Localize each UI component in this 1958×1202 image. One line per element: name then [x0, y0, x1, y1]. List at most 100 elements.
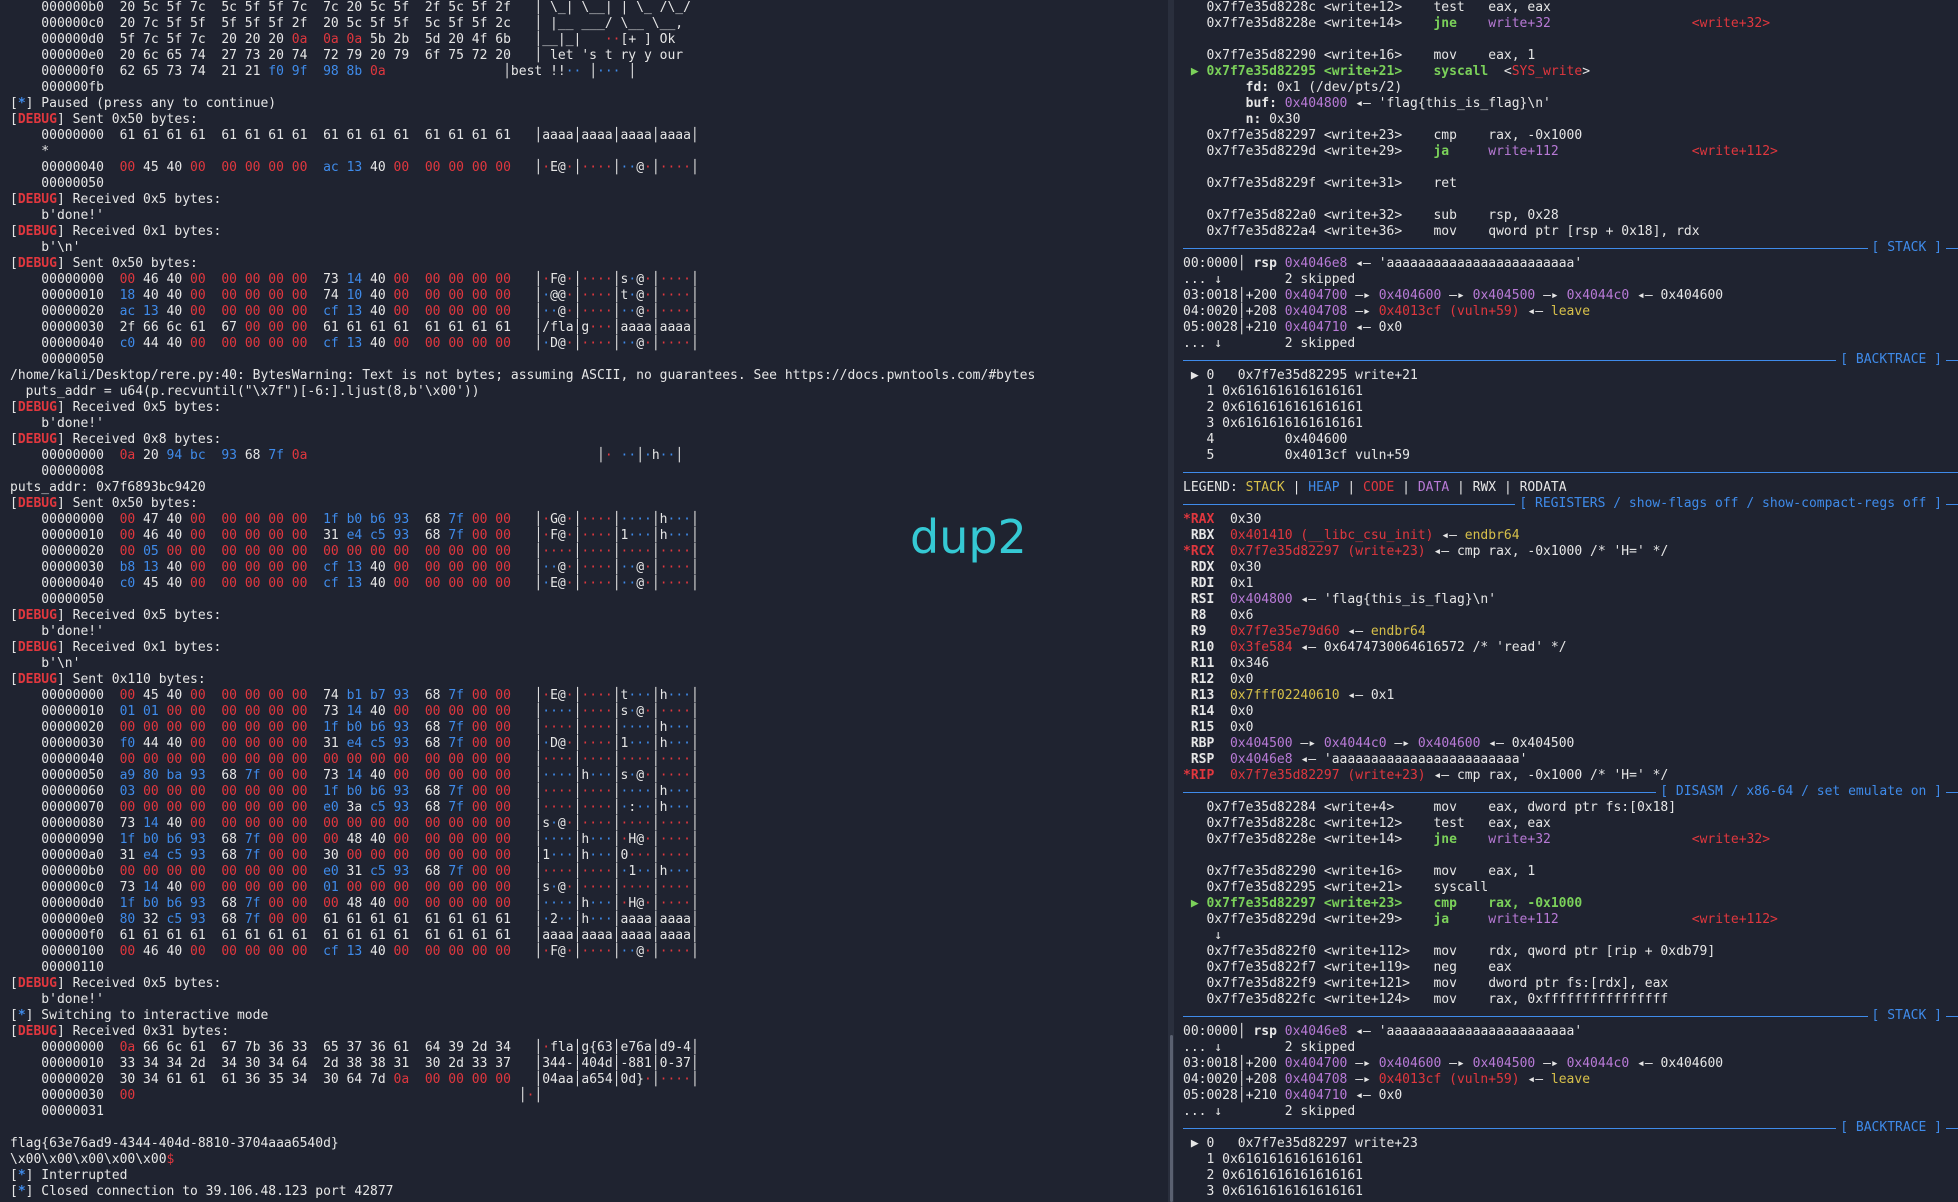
terminal-text-segment: ···· [581, 880, 613, 895]
terminal-text-segment: [+ ] Ok [620, 32, 676, 47]
terminal-text-segment: 00 00 00 00 00 [190, 304, 308, 319]
terminal-text-segment: fd: [1183, 80, 1277, 95]
terminal-text-segment: > [1582, 64, 1591, 79]
terminal-text-segment: ac 13 [323, 160, 363, 175]
terminal-text-segment: ···· [542, 864, 574, 879]
terminal-text-segment: 40 [362, 944, 394, 959]
terminal-text-segment: 68 [409, 720, 449, 735]
terminal-text-segment: ···· [659, 160, 691, 175]
terminal-text-segment: │ [651, 832, 660, 847]
terminal-text-segment: rsp [1253, 256, 1277, 271]
terminal-text-segment: │ [690, 816, 699, 831]
terminal-line: 00000000 61 61 61 61 61 61 61 61 61 61 6… [10, 128, 1070, 144]
terminal-text-segment: ···· [581, 800, 613, 815]
terminal-text-segment: E@ [550, 688, 566, 703]
terminal-text-segment: —▸ [1386, 736, 1418, 751]
terminal-text-segment: 00 [119, 528, 136, 543]
terminal-line: 0x7f7e35d822f7 <write+119> neg eax [1183, 960, 1958, 976]
terminal-line: 00000010 18 40 40 00 00 00 00 00 74 10 4… [10, 288, 1070, 304]
terminal-text-segment: 14 [346, 272, 363, 287]
terminal-text-segment: ··· [667, 720, 691, 735]
terminal-text-segment: │ [510, 576, 543, 591]
terminal-text-segment: 00000040 [10, 576, 120, 591]
terminal-text-segment: · [644, 944, 652, 959]
terminal-text-segment: e0 [323, 864, 339, 879]
terminal-text-segment: · [565, 512, 574, 527]
terminal-line: 0x7f7e35d8229d <write+29> ja write+112 <… [1183, 912, 1958, 928]
terminal-text-segment: 3 0x6161616161616161 [1183, 416, 1364, 431]
terminal-text-segment: ···· [581, 528, 613, 543]
terminal-text-segment: 40 [362, 272, 394, 287]
terminal-text-segment: 00 [119, 512, 136, 527]
terminal-text-segment: │ [690, 752, 699, 767]
terminal-text-segment: │aaaa│aaaa│ [612, 912, 699, 927]
terminal-text-segment: 68 [409, 800, 449, 815]
terminal-text-segment: 7f [448, 800, 464, 815]
terminal-text-segment: 00000030 [10, 736, 120, 751]
terminal-line: 3 0x6161616161616161 [1183, 416, 1958, 432]
terminal-text-segment: │1 [612, 736, 629, 751]
terminal-line: 1 0x6161616161616161 [1183, 384, 1958, 400]
terminal-text-segment: ···· [620, 816, 652, 831]
scrollbar-thumb[interactable] [1170, 1035, 1173, 1202]
terminal-text-segment: 03 [119, 784, 136, 799]
left-terminal-pane[interactable]: 000000b0 20 5c 5f 7c 5c 5f 5f 7c 7c 20 5… [0, 0, 1070, 1202]
terminal-text-segment: F@ [550, 528, 566, 543]
terminal-text-segment: 00 00 00 00 00 00 00 00 [119, 864, 308, 879]
terminal-line: 05:0028│+210 0x404710 ◂— 0x0 [1183, 320, 1958, 336]
terminal-text-segment: · [644, 272, 652, 287]
terminal-line: 0x7f7e35d8228e <write+14> jne write+32 <… [1183, 16, 1958, 32]
terminal-line: 00000030 f0 44 40 00 00 00 00 00 31 e4 c… [10, 736, 1070, 752]
terminal-text-segment: 04:0020│+208 [1183, 1072, 1285, 1087]
terminal-text-segment: ···· [581, 720, 613, 735]
terminal-text-segment: 45 40 [135, 160, 191, 175]
pane-divider[interactable] [1168, 0, 1174, 1202]
terminal-text-segment: · [542, 576, 551, 591]
terminal-text-segment: ] Switching to interactive mode [25, 1008, 269, 1023]
terminal-line: R14 0x0 [1183, 704, 1958, 720]
terminal-text-segment: 0a [119, 448, 136, 463]
terminal-text-segment: 00 00 00 00 00 00 00 [346, 880, 511, 895]
terminal-text-segment: │h [651, 736, 668, 751]
terminal-text-segment: ▶ 0 0x7f7e35d82297 write+23 [1183, 1136, 1418, 1151]
terminal-text-segment: 2 0x6161616161616161 [1183, 400, 1364, 415]
terminal-text-segment: —▸ [1441, 288, 1473, 303]
terminal-text-segment: 00 00 00 00 00 [190, 336, 308, 351]
terminal-text-segment: DEBUG [17, 400, 57, 415]
terminal-text-segment: · [565, 736, 574, 751]
terminal-text-segment: │0 [612, 848, 629, 863]
terminal-text-segment: b'\n' [10, 656, 81, 671]
section-title: [ STACK ] [1871, 1008, 1942, 1023]
terminal-text-segment: —▸ [1347, 288, 1379, 303]
terminal-line: 00000080 73 14 40 00 00 00 00 00 00 00 0… [10, 816, 1070, 832]
terminal-text-segment: ···· [542, 704, 574, 719]
terminal-text-segment: ·· [604, 32, 621, 47]
terminal-text-segment: 00000040 [10, 336, 120, 351]
terminal-text-segment: RSI [1183, 592, 1215, 607]
terminal-text-segment: 00 00 [471, 528, 511, 543]
terminal-text-segment: 0x4044c0 [1566, 1056, 1630, 1071]
terminal-text-segment: b'done!' [10, 416, 104, 431]
terminal-text-segment: │ [612, 784, 621, 799]
terminal-text-segment: 00 00 [268, 768, 308, 783]
terminal-line: 0x7f7e35d822fc <write+124> mov rax, 0xff… [1183, 992, 1958, 1008]
terminal-text-segment: [ [10, 112, 18, 127]
terminal-text-segment: 00000000 [10, 1040, 120, 1055]
terminal-text-segment: ···· [620, 880, 652, 895]
terminal-line: R12 0x0 [1183, 672, 1958, 688]
terminal-text-segment: │ [612, 512, 621, 527]
right-terminal-pane[interactable]: 0x7f7e35d8228c <write+12> test eax, eax … [1183, 0, 1958, 1202]
terminal-text-segment: 68 [237, 448, 269, 463]
terminal-text-segment: │ [612, 816, 621, 831]
terminal-text-segment: 0x4044c0 [1566, 288, 1630, 303]
terminal-text-segment: │1 [612, 528, 629, 543]
